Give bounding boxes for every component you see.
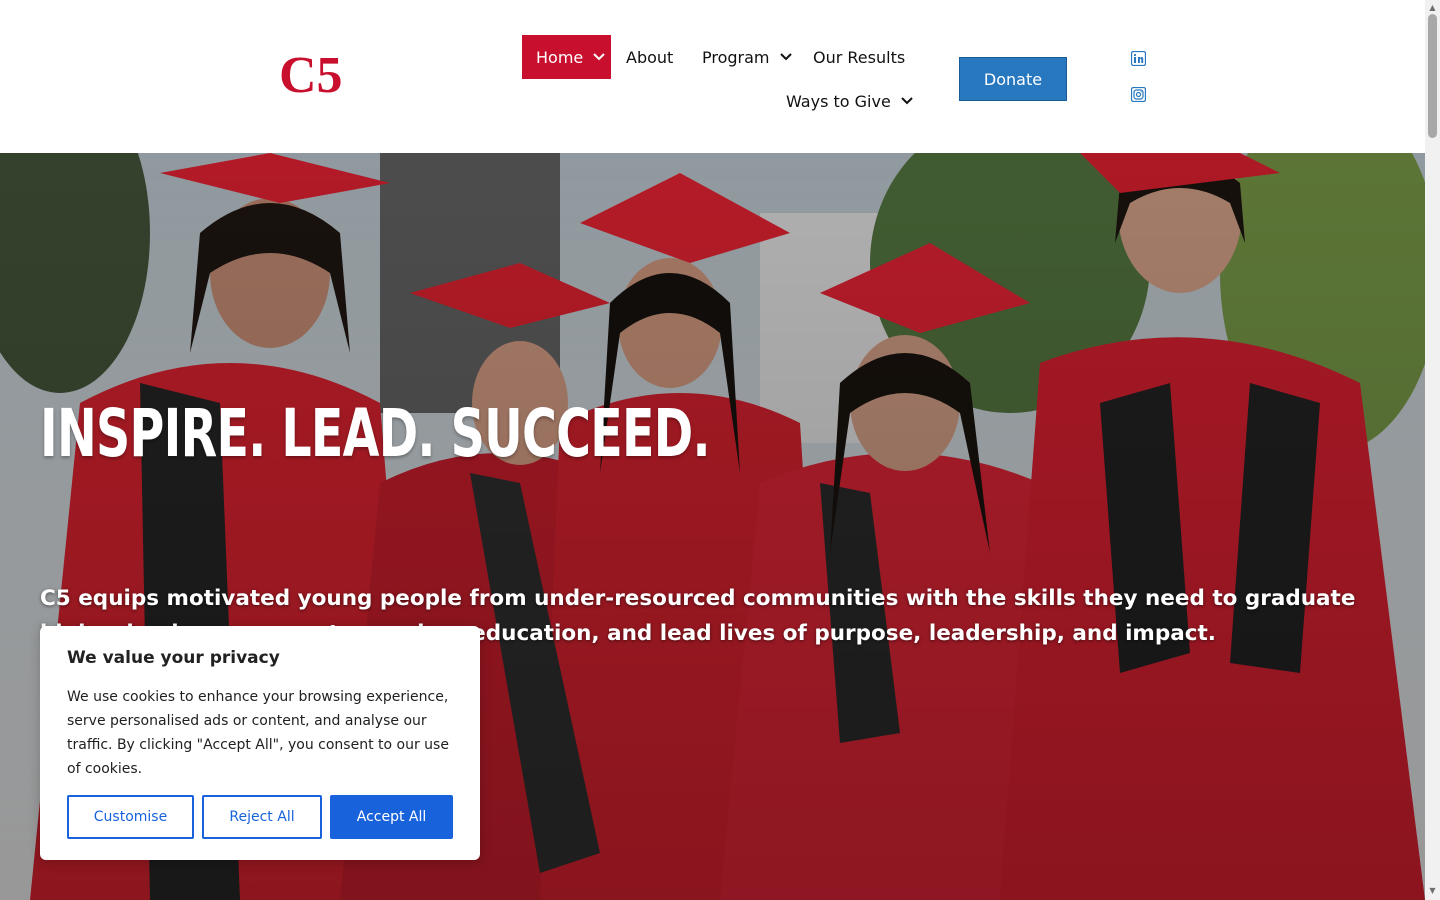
svg-text:C5: C5 xyxy=(279,48,341,104)
nav-ways-to-give[interactable]: Ways to Give xyxy=(786,79,915,123)
cookie-title: We value your privacy xyxy=(67,648,280,668)
nav-home-label: Home xyxy=(536,47,584,67)
scroll-up-arrow-icon[interactable]: ▲ xyxy=(1428,3,1437,12)
linkedin-icon[interactable] xyxy=(1131,51,1146,66)
chevron-down-icon xyxy=(593,53,605,61)
nav-ways-to-give-label: Ways to Give xyxy=(786,91,891,111)
chevron-down-icon xyxy=(901,97,913,105)
scroll-down-arrow-icon[interactable]: ▼ xyxy=(1428,886,1437,895)
page: C5 Home About Program Our Results Ways t… xyxy=(0,0,1440,900)
nav-program-label: Program xyxy=(702,47,770,67)
donate-button[interactable]: Donate xyxy=(959,57,1067,101)
chevron-down-icon xyxy=(779,53,792,61)
accept-all-button[interactable]: Accept All xyxy=(330,795,453,839)
nav-about[interactable]: About xyxy=(626,35,673,79)
scrollbar-thumb[interactable] xyxy=(1428,14,1437,138)
nav-program[interactable]: Program xyxy=(702,35,794,79)
vertical-scrollbar[interactable]: ▲ ▼ xyxy=(1425,0,1440,900)
hero-title: INSPIRE. LEAD. SUCCEED. xyxy=(40,395,711,472)
nav-our-results-label: Our Results xyxy=(813,47,906,67)
reject-all-button[interactable]: Reject All xyxy=(202,795,322,839)
nav-our-results[interactable]: Our Results xyxy=(813,35,905,79)
customise-button[interactable]: Customise xyxy=(67,795,194,839)
nav-home[interactable]: Home xyxy=(522,35,611,79)
site-header: C5 Home About Program Our Results Ways t… xyxy=(0,0,1425,153)
nav-about-label: About xyxy=(626,47,674,67)
cookie-text: We use cookies to enhance your browsing … xyxy=(67,689,449,777)
cookie-consent-banner: We value your privacy We use cookies to … xyxy=(40,626,480,860)
c5-logo[interactable]: C5 xyxy=(279,48,341,110)
instagram-icon[interactable] xyxy=(1131,87,1146,102)
